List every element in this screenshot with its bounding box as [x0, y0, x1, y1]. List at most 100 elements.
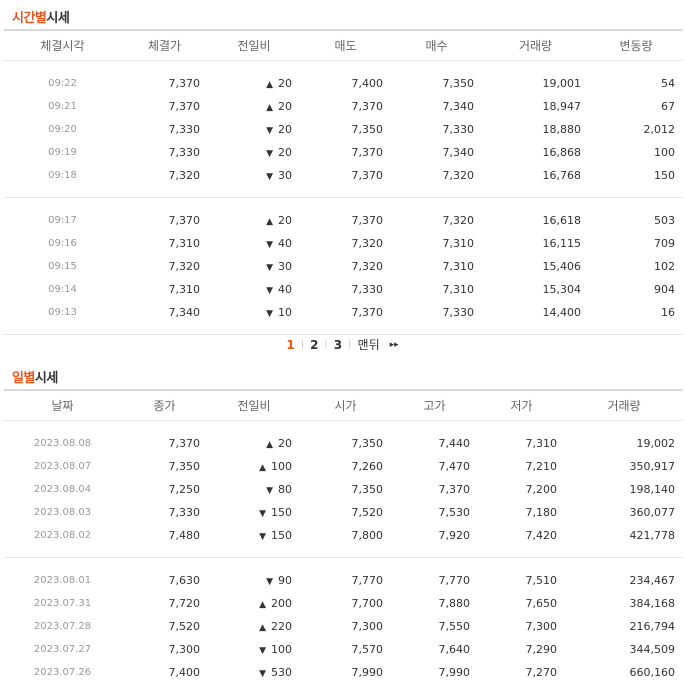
- ask-cell: 7,370: [351, 169, 384, 182]
- high-cell: 7,880: [438, 597, 471, 610]
- down-arrow-icon: ▼: [259, 509, 266, 519]
- down-arrow-icon: ▼: [266, 309, 273, 319]
- row-gap: [4, 324, 683, 335]
- header-time: 체결시각: [40, 38, 85, 53]
- header-volume: 거래량: [518, 38, 553, 53]
- change-cell: ▼ 80: [208, 478, 300, 501]
- change-cell: ▼ 40: [208, 232, 300, 255]
- down-arrow-icon: ▼: [266, 172, 273, 182]
- time-cell: 09:16: [48, 238, 77, 249]
- price-cell: 7,320: [168, 260, 201, 273]
- date-cell: 2023.08.02: [33, 530, 92, 541]
- table-row: 2023.08.08 7,370 ▲ 20 7,350 7,440 7,310 19,002: [4, 432, 683, 455]
- change-cell: ▼ 90: [208, 569, 300, 592]
- volume-cell: 198,140: [629, 483, 676, 496]
- change-cell: ▼ 40: [208, 278, 300, 301]
- down-arrow-icon: ▼: [266, 486, 273, 496]
- low-cell: 7,180: [525, 506, 558, 519]
- table-row: 09:15 7,320 ▼ 30 7,320 7,310 15,406 102: [4, 255, 683, 278]
- change-value: 20: [278, 123, 292, 136]
- change-value: 20: [278, 100, 292, 113]
- ask-cell: 7,400: [351, 77, 384, 90]
- table-row: 09:13 7,340 ▼ 10 7,370 7,330 14,400 16: [4, 301, 683, 324]
- up-arrow-icon: ▲: [259, 600, 266, 610]
- daily-table-header: 날짜 종가 전일비 시가 고가 저가 거래량: [4, 390, 683, 420]
- next-arrow-icon[interactable]: ▸▸: [385, 340, 404, 350]
- time-cell: 09:13: [48, 307, 77, 318]
- change-cell: ▼ 100: [208, 638, 300, 661]
- volume-cell: 19,001: [542, 77, 582, 90]
- change-value: 20: [278, 77, 292, 90]
- table-row: 2023.08.04 7,250 ▼ 80 7,350 7,370 7,200 198,140: [4, 478, 683, 501]
- volume-cell: 216,794: [629, 620, 676, 633]
- delta-cell: 16: [661, 306, 675, 319]
- table-row: 09:14 7,310 ▼ 40 7,330 7,310 15,304 904: [4, 278, 683, 301]
- date-cell: 2023.08.08: [33, 438, 92, 449]
- time-price-table: 체결시각 체결가 전일비 매도 매수 거래량 변동량 09:22 7,370 ▲ 20…: [4, 29, 683, 335]
- page-1-link[interactable]: 1: [281, 338, 299, 352]
- change-value: 80: [278, 483, 292, 496]
- table-row: 09:22 7,370 ▲ 20 7,400 7,350 19,001 54: [4, 72, 683, 95]
- date-cell: 2023.08.03: [33, 507, 92, 518]
- change-value: 20: [278, 146, 292, 159]
- close-cell: 7,350: [168, 460, 201, 473]
- ask-cell: 7,370: [351, 214, 384, 227]
- high-cell: 7,550: [438, 620, 471, 633]
- down-arrow-icon: ▼: [259, 646, 266, 656]
- header-price: 체결가: [147, 38, 182, 53]
- delta-cell: 503: [654, 214, 675, 227]
- price-cell: 7,330: [168, 146, 201, 159]
- close-cell: 7,250: [168, 483, 201, 496]
- bid-cell: 7,350: [442, 77, 475, 90]
- time-title-accent: 시간별: [12, 11, 47, 26]
- row-gap: [4, 547, 683, 558]
- header-high: 고가: [423, 398, 446, 413]
- volume-cell: 660,160: [629, 666, 676, 679]
- price-cell: 7,310: [168, 237, 201, 250]
- time-cell: 09:18: [48, 170, 77, 181]
- change-value: 200: [271, 597, 292, 610]
- change-cell: ▼ 20: [208, 141, 300, 164]
- change-cell: ▼ 20: [208, 118, 300, 141]
- table-row: 09:20 7,330 ▼ 20 7,350 7,330 18,880 2,012: [4, 118, 683, 141]
- high-cell: 7,920: [438, 529, 471, 542]
- table-row: 2023.08.07 7,350 ▲ 100 7,260 7,470 7,210 350,91…: [4, 455, 683, 478]
- change-value: 30: [278, 260, 292, 273]
- ask-cell: 7,370: [351, 146, 384, 159]
- page-3-link[interactable]: 3: [329, 338, 347, 352]
- row-gap: [4, 60, 683, 72]
- change-value: 220: [271, 620, 292, 633]
- ask-cell: 7,350: [351, 123, 384, 136]
- open-cell: 7,700: [351, 597, 384, 610]
- page-2-link[interactable]: 2: [305, 338, 323, 352]
- down-arrow-icon: ▼: [266, 240, 273, 250]
- high-cell: 7,530: [438, 506, 471, 519]
- high-cell: 7,440: [438, 437, 471, 450]
- time-cell: 09:15: [48, 261, 77, 272]
- ask-cell: 7,370: [351, 306, 384, 319]
- last-page-link[interactable]: 맨뒤: [353, 336, 385, 353]
- change-value: 90: [278, 574, 292, 587]
- delta-cell: 150: [654, 169, 675, 182]
- daily-section-title: 일별시세: [12, 367, 58, 386]
- time-cell: 09:17: [48, 215, 77, 226]
- open-cell: 7,260: [351, 460, 384, 473]
- down-arrow-icon: ▼: [266, 126, 273, 136]
- row-gap: [4, 197, 683, 209]
- volume-cell: 344,509: [629, 643, 676, 656]
- bid-cell: 7,320: [442, 169, 475, 182]
- change-value: 20: [278, 437, 292, 450]
- change-cell: ▼ 30: [208, 164, 300, 187]
- close-cell: 7,480: [168, 529, 201, 542]
- daily-title-accent: 일별: [12, 371, 35, 386]
- down-arrow-icon: ▼: [266, 149, 273, 159]
- table-row: 09:18 7,320 ▼ 30 7,370 7,320 16,768 150: [4, 164, 683, 187]
- table-row: 2023.08.03 7,330 ▼ 150 7,520 7,530 7,180 360,07…: [4, 501, 683, 524]
- change-value: 40: [278, 237, 292, 250]
- ask-cell: 7,370: [351, 100, 384, 113]
- open-cell: 7,770: [351, 574, 384, 587]
- up-arrow-icon: ▲: [266, 440, 273, 450]
- table-row: 2023.07.27 7,300 ▼ 100 7,570 7,640 7,290 344,50…: [4, 638, 683, 661]
- change-cell: ▼ 30: [208, 255, 300, 278]
- volume-cell: 16,618: [542, 214, 582, 227]
